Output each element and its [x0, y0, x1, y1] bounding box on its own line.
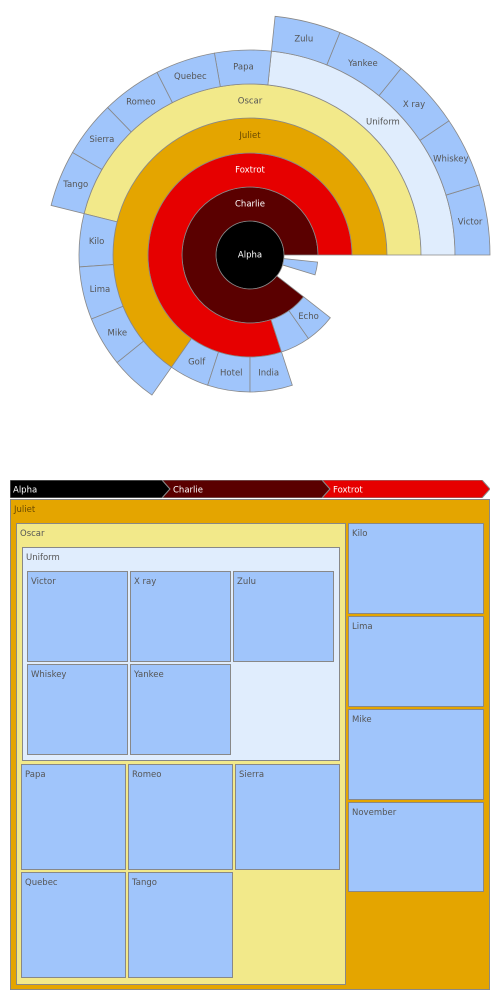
node-label: Zulu [237, 577, 256, 587]
sunburst-label: Yankee [347, 59, 378, 69]
sunburst-label: Foxtrot [235, 166, 265, 176]
node-label: Juliet [14, 505, 36, 515]
treemap-leaf[interactable]: Quebec [21, 872, 126, 978]
treemap-leaf[interactable]: Whiskey [27, 664, 128, 755]
sunburst-chart: Alpha Charlie Foxtrot Echo Juliet Golf Hotel In… [50, 15, 491, 396]
sunburst-label: Zulu [294, 35, 313, 45]
treemap-leaf[interactable]: Papa [21, 764, 126, 870]
sunburst-label: Juliet [238, 131, 261, 141]
sunburst-label: Lima [90, 285, 111, 295]
node-label: Papa [25, 770, 46, 780]
sunburst-label: Kilo [89, 237, 105, 247]
treemap-leaf[interactable]: Lima [348, 616, 484, 707]
node-label: X ray [134, 577, 157, 587]
sunburst-segment-bravo[interactable] [282, 258, 319, 276]
treemap-chart: Alpha Charlie Foxtrot Juliet Oscar Unifo… [10, 480, 490, 990]
treemap-leaf[interactable]: November [348, 802, 484, 892]
treemap-leaf[interactable]: Yankee [130, 664, 231, 755]
treemap-leaf[interactable]: Tango [128, 872, 233, 978]
node-label: Whiskey [31, 670, 67, 680]
node-label: Kilo [352, 529, 368, 539]
node-label: Tango [132, 878, 157, 888]
breadcrumb-label: Charlie [173, 486, 203, 496]
node-label: Quebec [25, 878, 58, 888]
sunburst-label: Romeo [126, 97, 155, 107]
sunburst-label: Victor [458, 218, 483, 228]
treemap-leaf[interactable]: Kilo [348, 523, 484, 614]
breadcrumb-label: Alpha [13, 486, 37, 496]
node-label: Victor [31, 577, 56, 587]
sunburst-label: Alpha [238, 251, 262, 261]
sunburst-label: Sierra [89, 135, 114, 145]
node-label: November [352, 808, 397, 818]
sunburst-label: Tango [62, 180, 88, 190]
sunburst-label: Uniform [366, 118, 400, 128]
treemap-leaf[interactable]: Romeo [128, 764, 233, 870]
treemap-leaf[interactable]: Victor [27, 571, 128, 662]
breadcrumb: Alpha Charlie Foxtrot [10, 480, 490, 498]
sunburst-label: Whiskey [433, 155, 468, 165]
sunburst-label: Echo [298, 312, 319, 322]
sunburst-label: Charlie [235, 200, 265, 210]
sunburst-label: India [258, 369, 279, 379]
node-label: Lima [352, 622, 373, 632]
sunburst-label: X ray [403, 100, 425, 110]
sunburst-label: Papa [233, 63, 254, 73]
sunburst-label: Oscar [238, 97, 263, 107]
node-label: Oscar [20, 529, 45, 539]
treemap-leaf[interactable]: Sierra [235, 764, 340, 870]
sunburst-label: Mike [108, 329, 128, 339]
node-label: Mike [352, 715, 372, 725]
sunburst-label: Golf [188, 357, 206, 367]
node-label: Sierra [239, 770, 265, 780]
node-label: Yankee [134, 670, 164, 680]
sunburst-label: Hotel [220, 369, 243, 379]
breadcrumb-label: Foxtrot [333, 486, 363, 496]
sunburst-label: Quebec [174, 72, 207, 82]
treemap-leaf[interactable]: Mike [348, 709, 484, 800]
node-label: Uniform [26, 553, 60, 563]
treemap-leaf[interactable]: X ray [130, 571, 231, 662]
treemap-leaf[interactable]: Zulu [233, 571, 334, 662]
node-label: Romeo [132, 770, 162, 780]
